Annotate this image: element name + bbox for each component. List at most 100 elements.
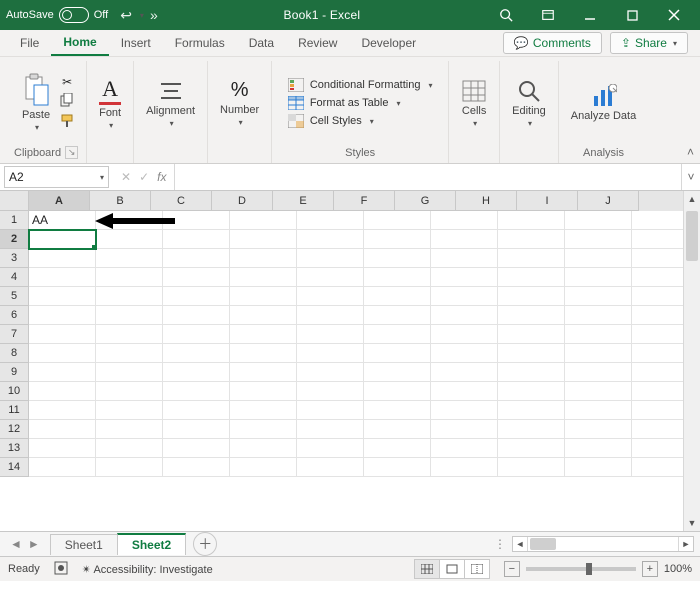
row-header-1[interactable]: 1 [0, 211, 29, 230]
cell-C4[interactable] [163, 268, 230, 287]
cell-C2[interactable] [163, 230, 230, 249]
cell-G8[interactable] [431, 344, 498, 363]
search-icon[interactable] [486, 0, 526, 30]
cell-C10[interactable] [163, 382, 230, 401]
column-header-F[interactable]: F [334, 191, 395, 211]
tab-review[interactable]: Review [286, 30, 349, 56]
cell-A13[interactable] [29, 439, 96, 458]
cell-A2[interactable] [29, 230, 96, 249]
cell-A1[interactable]: AA [29, 211, 96, 230]
accessibility-button[interactable]: ✴ Accessibility: Investigate [82, 563, 213, 576]
cell-B8[interactable] [96, 344, 163, 363]
cell-G6[interactable] [431, 306, 498, 325]
cell-B11[interactable] [96, 401, 163, 420]
sheet-nav-next-icon[interactable]: ► [28, 537, 40, 551]
column-header-C[interactable]: C [151, 191, 212, 211]
row-header-3[interactable]: 3 [0, 249, 29, 268]
scroll-right-icon[interactable]: ► [679, 539, 693, 549]
dialog-launcher-icon[interactable]: ↘ [65, 146, 78, 159]
cell-H9[interactable] [498, 363, 565, 382]
cell-H14[interactable] [498, 458, 565, 477]
page-break-view-button[interactable] [464, 559, 490, 579]
column-header-D[interactable]: D [212, 191, 273, 211]
row-header-13[interactable]: 13 [0, 439, 29, 458]
cancel-formula-icon[interactable]: ✕ [121, 170, 131, 184]
cell-H10[interactable] [498, 382, 565, 401]
cell-D9[interactable] [230, 363, 297, 382]
editing-button[interactable]: Editing ▾ [508, 77, 550, 130]
cell-B6[interactable] [96, 306, 163, 325]
cell-D14[interactable] [230, 458, 297, 477]
cell-H6[interactable] [498, 306, 565, 325]
cell-C6[interactable] [163, 306, 230, 325]
cell-C12[interactable] [163, 420, 230, 439]
cell-A6[interactable] [29, 306, 96, 325]
cell-A3[interactable] [29, 249, 96, 268]
cell-F9[interactable] [364, 363, 431, 382]
cut-icon[interactable]: ✂ [62, 75, 72, 89]
cell-B9[interactable] [96, 363, 163, 382]
cell-E12[interactable] [297, 420, 364, 439]
cell-F10[interactable] [364, 382, 431, 401]
cell-I6[interactable] [565, 306, 632, 325]
cell-C11[interactable] [163, 401, 230, 420]
cell-H11[interactable] [498, 401, 565, 420]
cell-I8[interactable] [565, 344, 632, 363]
row-header-12[interactable]: 12 [0, 420, 29, 439]
cell-F8[interactable] [364, 344, 431, 363]
row-header-9[interactable]: 9 [0, 363, 29, 382]
cell-F3[interactable] [364, 249, 431, 268]
cell-B5[interactable] [96, 287, 163, 306]
cell-D1[interactable] [230, 211, 297, 230]
cell-G4[interactable] [431, 268, 498, 287]
cell-H8[interactable] [498, 344, 565, 363]
cell-G9[interactable] [431, 363, 498, 382]
column-header-J[interactable]: J [578, 191, 639, 211]
comments-button[interactable]: 💬 Comments [503, 32, 602, 54]
sheet-tab-sheet1[interactable]: Sheet1 [50, 534, 118, 555]
cell-G7[interactable] [431, 325, 498, 344]
cell-I14[interactable] [565, 458, 632, 477]
sheet-tab-sheet2[interactable]: Sheet2 [117, 533, 186, 555]
cell-I13[interactable] [565, 439, 632, 458]
zoom-value[interactable]: 100% [664, 563, 692, 575]
column-header-A[interactable]: A [29, 191, 90, 211]
cell-A9[interactable] [29, 363, 96, 382]
scroll-up-icon[interactable]: ▲ [684, 191, 700, 207]
select-all-button[interactable] [0, 191, 29, 211]
column-header-G[interactable]: G [395, 191, 456, 211]
zoom-track[interactable] [526, 567, 636, 571]
cell-F4[interactable] [364, 268, 431, 287]
cell-H1[interactable] [498, 211, 565, 230]
cell-A10[interactable] [29, 382, 96, 401]
scroll-down-icon[interactable]: ▼ [684, 515, 700, 531]
column-header-H[interactable]: H [456, 191, 517, 211]
vertical-scrollbar[interactable]: ▲ ▼ [683, 191, 700, 531]
cell-E9[interactable] [297, 363, 364, 382]
tab-developer[interactable]: Developer [349, 30, 428, 56]
cell-D8[interactable] [230, 344, 297, 363]
cell-E13[interactable] [297, 439, 364, 458]
maximize-button[interactable] [612, 0, 652, 30]
cell-H12[interactable] [498, 420, 565, 439]
cell-D12[interactable] [230, 420, 297, 439]
cell-H7[interactable] [498, 325, 565, 344]
column-header-E[interactable]: E [273, 191, 334, 211]
zoom-slider[interactable]: − + 100% [504, 561, 692, 577]
tab-file[interactable]: File [8, 30, 51, 56]
cell-styles-button[interactable]: Cell Styles▾ [286, 113, 435, 129]
cell-A5[interactable] [29, 287, 96, 306]
cell-E5[interactable] [297, 287, 364, 306]
normal-view-button[interactable] [414, 559, 440, 579]
cell-C14[interactable] [163, 458, 230, 477]
cell-B3[interactable] [96, 249, 163, 268]
cell-I11[interactable] [565, 401, 632, 420]
cell-F1[interactable] [364, 211, 431, 230]
tab-split-handle-icon[interactable]: ⋮ [494, 537, 506, 551]
zoom-knob[interactable] [586, 563, 592, 575]
zoom-out-button[interactable]: − [504, 561, 520, 577]
cell-H3[interactable] [498, 249, 565, 268]
cell-E10[interactable] [297, 382, 364, 401]
cell-C3[interactable] [163, 249, 230, 268]
cell-E3[interactable] [297, 249, 364, 268]
